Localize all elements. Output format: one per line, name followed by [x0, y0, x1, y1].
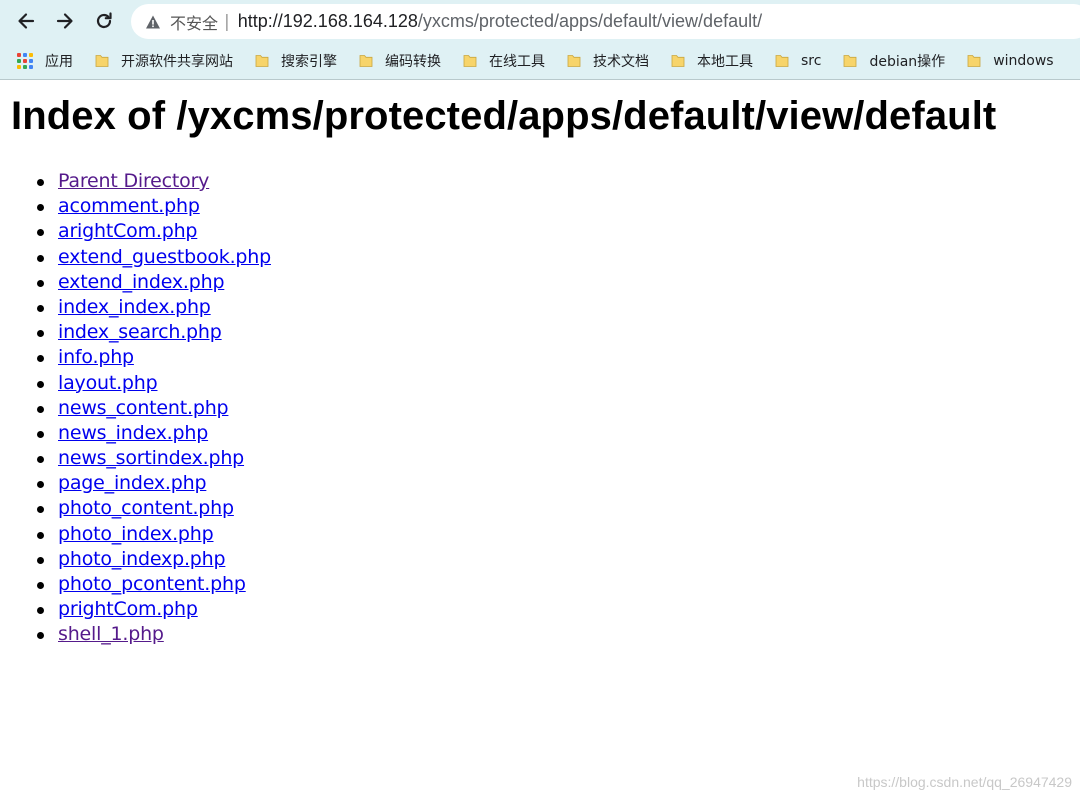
bookmarks-bar: 应用 开源软件共享网站 搜索引擎 编码转换 在线工具 技术文档 本地工具 src debian… [0, 43, 1080, 80]
list-item: prightCom.php [37, 597, 271, 622]
bookmark-apps-label: 应用 [45, 54, 73, 70]
list-item: index_search.php [37, 320, 271, 345]
folder-icon [844, 55, 857, 67]
bookmark-folders: 开源软件共享网站 搜索引擎 编码转换 在线工具 技术文档 本地工具 src debian操作 w… [94, 43, 1075, 79]
file-link[interactable]: acomment.php [58, 195, 200, 217]
list-item: news_index.php [37, 421, 271, 446]
list-item: photo_content.php [37, 496, 271, 521]
address-bar[interactable]: 不安全 | http://192.168.164.128/yxcms/prote… [131, 4, 1080, 39]
file-link[interactable]: arightCom.php [58, 220, 197, 242]
bookmark-folder[interactable]: 开源软件共享网站 [94, 43, 233, 79]
reload-icon [96, 12, 112, 29]
file-link[interactable]: photo_indexp.php [58, 548, 226, 570]
list-item: news_content.php [37, 396, 271, 421]
list-item: acomment.php [37, 194, 271, 219]
folder-icon [775, 55, 789, 67]
folder-icon [463, 55, 477, 67]
list-item: photo_pcontent.php [37, 572, 271, 597]
list-item: arightCom.php [37, 219, 271, 244]
bookmark-folder-label: windows [993, 53, 1054, 69]
bookmark-folder[interactable]: 技术文档 [566, 43, 649, 79]
page-title: Index of /yxcms/protected/apps/default/v… [11, 94, 997, 138]
folder-icon [567, 55, 581, 67]
file-link[interactable]: layout.php [58, 372, 158, 394]
folder-icon [255, 55, 269, 67]
list-item: info.php [37, 345, 271, 370]
parent-directory-link[interactable]: Parent Directory [58, 170, 209, 192]
page-content: Index of /yxcms/protected/apps/default/v… [0, 80, 1080, 798]
file-link[interactable]: shell_1.php [58, 623, 164, 645]
security-status-label[interactable]: 不安全 [170, 10, 218, 34]
list-item: photo_indexp.php [37, 547, 271, 572]
watermark: https://blog.csdn.net/qq_26947429 [857, 774, 1072, 790]
url-host: http://192.168.164.128 [237, 11, 418, 31]
back-button[interactable] [11, 6, 41, 36]
file-link[interactable]: info.php [58, 346, 134, 368]
address-separator: | [224, 11, 230, 32]
file-link[interactable]: page_index.php [58, 472, 207, 494]
bookmark-apps[interactable]: 应用 [17, 43, 73, 79]
folder-icon [671, 55, 685, 67]
warning-triangle-icon [146, 15, 160, 28]
bookmark-folder-label: 开源软件共享网站 [121, 54, 233, 70]
bookmark-folder[interactable]: 在线工具 [462, 43, 545, 79]
list-item: layout.php [37, 371, 271, 396]
list-item: shell_1.php [37, 622, 271, 647]
bookmark-folder[interactable]: 本地工具 [670, 43, 753, 79]
arrow-right-icon [56, 13, 73, 29]
forward-button[interactable] [50, 6, 80, 36]
folder-icon [967, 55, 981, 67]
file-link[interactable]: index_index.php [58, 296, 211, 318]
list-item: extend_index.php [37, 270, 271, 295]
file-link[interactable]: index_search.php [58, 321, 222, 343]
url-path: /yxcms/protected/apps/default/view/defau… [417, 11, 763, 31]
reload-button[interactable] [89, 6, 119, 36]
list-item: index_index.php [37, 295, 271, 320]
file-link[interactable]: news_content.php [58, 397, 229, 419]
bookmark-folder-label: src [801, 53, 822, 69]
bookmark-folder[interactable]: debian操作 [842, 43, 946, 79]
folder-icon [95, 55, 109, 67]
bookmark-folder-label: 技术文档 [593, 54, 649, 70]
list-item: Parent Directory [37, 169, 271, 194]
file-link[interactable]: photo_pcontent.php [58, 573, 246, 595]
bookmark-folder-label: 本地工具 [697, 54, 753, 70]
bookmark-folder-label: 搜索引擎 [281, 54, 337, 70]
apps-grid-icon [17, 53, 33, 69]
bookmark-folder[interactable]: 搜索引擎 [254, 43, 337, 79]
list-item: page_index.php [37, 471, 271, 496]
file-link[interactable]: photo_index.php [58, 523, 214, 545]
file-link[interactable]: news_index.php [58, 422, 208, 444]
file-link[interactable]: prightCom.php [58, 598, 198, 620]
bookmark-folder-label: 在线工具 [489, 54, 545, 70]
bookmark-folder[interactable]: 编码转换 [358, 43, 441, 79]
bookmark-folder-label: 编码转换 [385, 54, 441, 70]
file-link[interactable]: extend_guestbook.php [58, 246, 271, 268]
folder-icon [359, 55, 373, 67]
file-link[interactable]: news_sortindex.php [58, 447, 244, 469]
bookmark-folder[interactable]: windows [966, 43, 1054, 79]
file-link[interactable]: photo_content.php [58, 497, 234, 519]
list-item: news_sortindex.php [37, 446, 271, 471]
list-item: extend_guestbook.php [37, 245, 271, 270]
file-list: Parent Directory acomment.php arightCom.ph… [0, 169, 271, 648]
browser-toolbar: 不安全 | http://192.168.164.128/yxcms/prote… [0, 0, 1080, 43]
file-link[interactable]: extend_index.php [58, 271, 225, 293]
bookmark-folder-label: debian操作 [869, 54, 946, 70]
bookmark-folder[interactable]: src [774, 43, 822, 79]
arrow-left-icon [18, 13, 35, 29]
list-item: photo_index.php [37, 522, 271, 547]
